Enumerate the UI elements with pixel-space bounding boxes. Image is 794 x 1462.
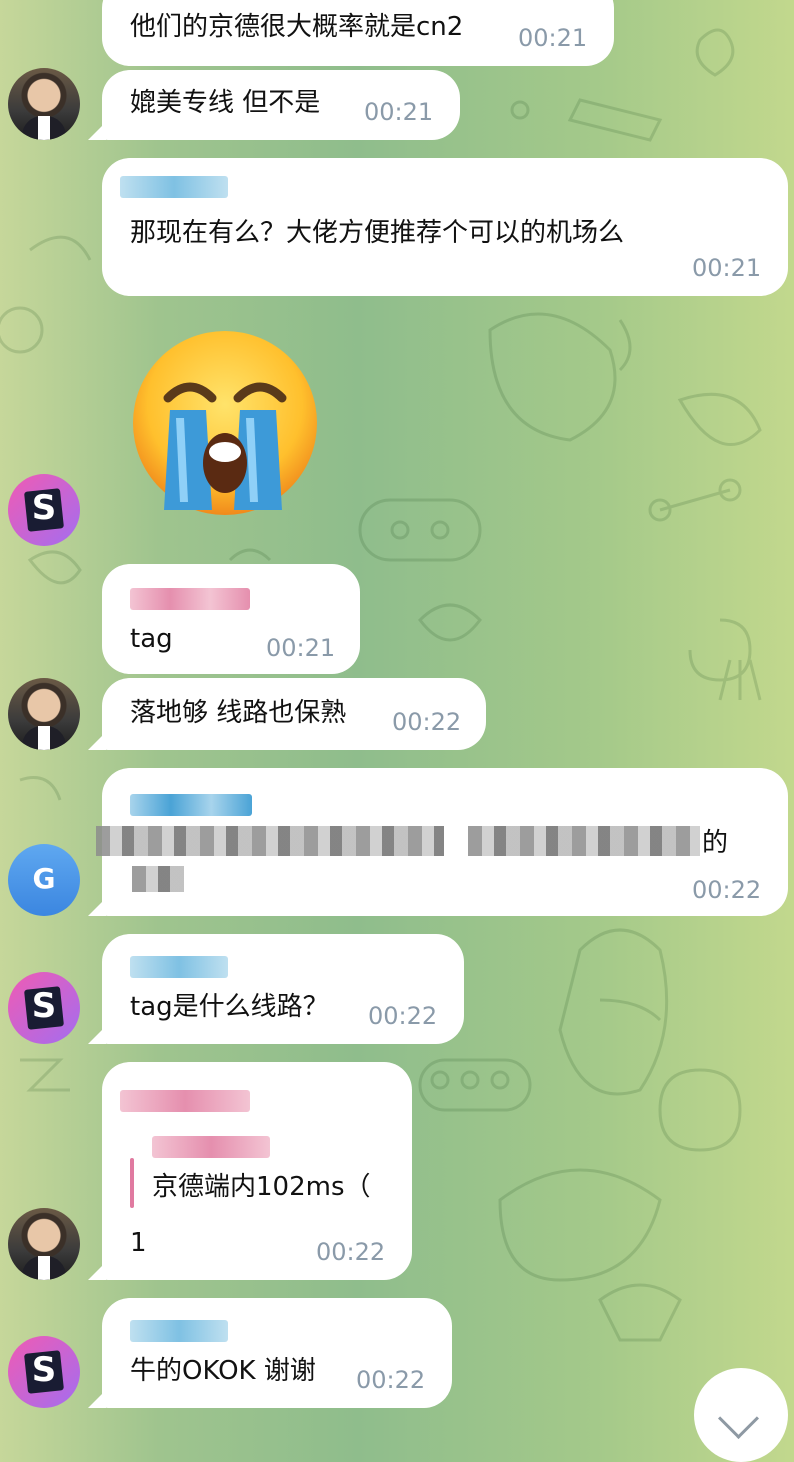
message-text: 落地够 线路也保熟 [130,698,347,728]
message-time: 00:22 [368,1002,438,1030]
sender-name-redacted [130,956,228,978]
avatar-letter: G [32,862,56,895]
avatar[interactable]: S [8,972,80,1044]
message-time: 00:22 [316,1238,386,1266]
redacted-text [96,826,444,856]
message-bubble[interactable]: 的 00:22 [96,768,788,916]
message-bubble[interactable]: 落地够 线路也保熟 00:22 [102,678,486,750]
avatar-letter: S [31,1350,57,1390]
message-text: 他们的京德很大概率就是cn2 [130,12,464,42]
message-bubble[interactable]: 媲美专线 但不是 00:21 [102,70,460,140]
sender-name-redacted [120,1090,250,1112]
avatar-letter: S [31,986,57,1026]
message-time: 00:22 [356,1366,426,1394]
avatar[interactable]: G [8,844,80,916]
message-text: tag是什么线路？ [130,992,329,1022]
crying-face-icon [133,331,317,515]
avatar[interactable]: S [8,474,80,546]
redacted-text [468,826,700,856]
crying-face-sticker[interactable] [130,328,320,518]
message-time: 00:21 [266,634,336,662]
sender-name-redacted [130,1320,228,1342]
sender-name-redacted [130,588,250,610]
message-bubble[interactable]: tag 00:21 [102,564,360,674]
scroll-to-bottom-button[interactable] [694,1368,788,1462]
avatar[interactable] [8,678,80,750]
message-text: 媲美专线 但不是 [130,88,321,118]
avatar[interactable]: S [8,1336,80,1408]
avatar[interactable] [8,1208,80,1280]
message-text: 牛的OKOK 谢谢 [130,1356,316,1386]
message-time: 00:22 [692,876,762,904]
message-time: 00:21 [364,98,434,126]
redacted-text [132,866,184,892]
message-bubble[interactable]: 京德端内102ms（ 1 00:22 [102,1062,412,1280]
message-text: 1 [130,1228,147,1258]
message-bubble[interactable]: 那现在有么？大佬方便推荐个可以的机场么 00:21 [102,158,788,296]
message-bubble[interactable]: 牛的OKOK 谢谢 00:22 [102,1298,452,1408]
message-time: 00:22 [392,708,462,736]
message-bubble[interactable]: 他们的京德很大概率就是cn2 00:21 [102,0,614,66]
sender-name-redacted [130,794,252,816]
sender-name-redacted [120,176,228,198]
reply-sender-redacted [152,1136,270,1158]
message-text: 那现在有么？大佬方便推荐个可以的机场么 [130,218,625,248]
avatar-letter: S [31,488,57,528]
chevron-down-icon [717,1397,760,1440]
message-bubble[interactable]: tag是什么线路？ 00:22 [102,934,464,1044]
reply-quote-text[interactable]: 京德端内102ms（ [152,1170,371,1204]
message-time: 00:21 [518,24,588,52]
message-text-suffix: 的 [702,828,729,858]
message-text: tag [130,624,173,654]
message-time: 00:21 [692,254,762,282]
avatar[interactable] [8,68,80,140]
reply-quote-bar [130,1158,134,1208]
